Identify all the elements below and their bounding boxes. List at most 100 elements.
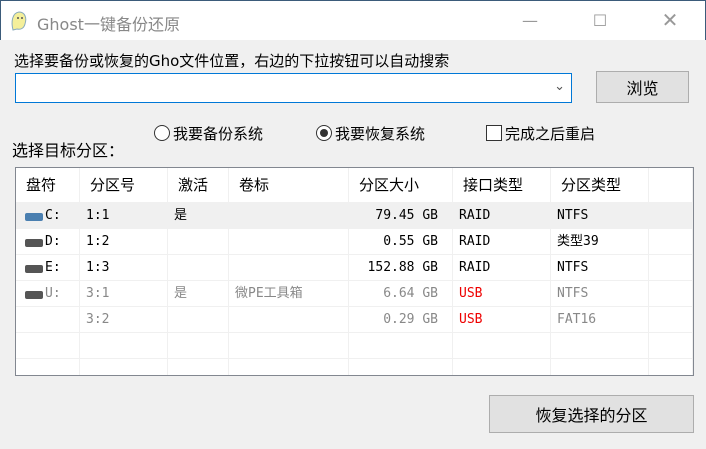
partition-table[interactable]: 盘符 分区号 激活 卷标 分区大小 接口类型 分区类型 C: 1:1 是 79.45 GB RAID…	[15, 167, 694, 376]
cell-drive: U:	[16, 281, 80, 307]
table-row[interactable]: D: 1:2 0.55 GB RAID 类型39	[16, 229, 693, 255]
cell-active	[168, 229, 229, 255]
cell-iface: RAID	[453, 255, 551, 281]
target-partition-label: 选择目标分区：	[12, 141, 125, 160]
part-text: 3:1	[86, 286, 110, 301]
column-header[interactable]: 卷标	[229, 168, 349, 203]
drive-text: C:	[45, 208, 61, 223]
empty-row[interactable]	[16, 359, 693, 375]
close-button[interactable]: ✕	[647, 1, 693, 39]
drive-text: E:	[45, 260, 61, 275]
restart-checkbox-label: 完成之后重启	[505, 125, 596, 143]
active-text: 是	[174, 286, 188, 301]
column-header[interactable]: 接口类型	[453, 168, 551, 203]
drive-icon	[25, 239, 43, 247]
gho-file-combobox[interactable]: ⌄	[15, 73, 572, 103]
column-header[interactable]: 激活	[168, 168, 229, 203]
column-header[interactable]: 分区大小	[349, 168, 453, 203]
maximize-button[interactable]: ☐	[577, 1, 623, 39]
part-text: 3:2	[86, 312, 110, 327]
type-text: NTFS	[557, 208, 589, 223]
cell	[649, 255, 693, 281]
cell-iface: USB	[453, 307, 551, 333]
cell	[649, 307, 693, 333]
cell-size: 79.45 GB	[349, 203, 453, 229]
cell-label	[229, 255, 349, 281]
cell-type: NTFS	[551, 255, 649, 281]
drive-icon	[25, 213, 43, 221]
cell	[80, 333, 168, 359]
cell-part: 3:2	[80, 307, 168, 333]
type-text: FAT16	[557, 312, 597, 327]
cell	[168, 333, 229, 359]
cell-drive: D:	[16, 229, 80, 255]
cell-drive	[16, 307, 80, 333]
cell-drive: C:	[16, 203, 80, 229]
cell-iface: USB	[453, 281, 551, 307]
cell	[649, 229, 693, 255]
iface-text: USB	[459, 286, 483, 301]
cell-iface: RAID	[453, 203, 551, 229]
checkbox-icon	[486, 125, 502, 141]
size-text: 0.55 GB	[383, 234, 438, 249]
label-text: 微PE工具箱	[235, 286, 303, 301]
window-title: Ghost一键备份还原	[37, 15, 180, 34]
minimize-button[interactable]: —	[507, 1, 553, 39]
table-row[interactable]: E: 1:3 152.88 GB RAID NTFS	[16, 255, 693, 281]
cell-size: 0.55 GB	[349, 229, 453, 255]
type-text: NTFS	[557, 260, 589, 275]
column-header[interactable]	[649, 168, 693, 203]
restart-checkbox[interactable]: 完成之后重启	[486, 123, 595, 144]
part-text: 1:3	[86, 260, 110, 275]
cell	[649, 281, 693, 307]
iface-text: RAID	[459, 208, 491, 223]
table-row[interactable]: C: 1:1 是 79.45 GB RAID NTFS	[16, 203, 693, 229]
column-header[interactable]: 分区类型	[551, 168, 649, 203]
cell	[16, 359, 80, 375]
backup-radio[interactable]: 我要备份系统	[154, 123, 263, 144]
active-text: 是	[174, 208, 188, 223]
table-header: 盘符 分区号 激活 卷标 分区大小 接口类型 分区类型	[16, 168, 693, 203]
empty-row[interactable]	[16, 333, 693, 359]
cell	[453, 359, 551, 375]
title-bar: Ghost一键备份还原 — ☐ ✕	[0, 0, 706, 40]
cell-part: 1:1	[80, 203, 168, 229]
cell	[80, 359, 168, 375]
type-text: 类型39	[557, 234, 599, 249]
drive-text: U:	[45, 286, 61, 301]
file-location-label: 选择要备份或恢复的Gho文件位置，右边的下拉按钮可以自动搜索	[14, 52, 450, 70]
restore-radio-label: 我要恢复系统	[335, 125, 426, 143]
iface-text: RAID	[459, 234, 491, 249]
restore-partition-button[interactable]: 恢复选择的分区	[489, 395, 694, 433]
cell-part: 1:3	[80, 255, 168, 281]
cell-label	[229, 307, 349, 333]
cell-iface: RAID	[453, 229, 551, 255]
cell-active: 是	[168, 203, 229, 229]
restore-radio[interactable]: 我要恢复系统	[316, 123, 425, 144]
drive-icon	[25, 265, 43, 273]
column-header[interactable]: 分区号	[80, 168, 168, 203]
iface-text: RAID	[459, 260, 491, 275]
cell	[168, 359, 229, 375]
drive-icon	[25, 291, 43, 299]
size-text: 152.88 GB	[367, 260, 438, 275]
cell-type: 类型39	[551, 229, 649, 255]
cell-label: 微PE工具箱	[229, 281, 349, 307]
cell	[649, 333, 693, 359]
cell	[551, 359, 649, 375]
size-text: 0.29 GB	[383, 312, 438, 327]
iface-text: USB	[459, 312, 483, 327]
browse-button[interactable]: 浏览	[596, 71, 689, 103]
cell-active: 是	[168, 281, 229, 307]
backup-radio-label: 我要备份系统	[173, 125, 264, 143]
table-row[interactable]: 3:2 0.29 GB USB FAT16	[16, 307, 693, 333]
cell	[349, 359, 453, 375]
table-row[interactable]: U: 3:1 是 微PE工具箱 6.64 GB USB NTFS	[16, 281, 693, 307]
chevron-down-icon[interactable]: ⌄	[554, 79, 565, 94]
ghost-app-icon	[11, 11, 27, 31]
cell-type: FAT16	[551, 307, 649, 333]
column-header[interactable]: 盘符	[16, 168, 80, 203]
size-text: 79.45 GB	[375, 208, 438, 223]
type-text: NTFS	[557, 286, 589, 301]
part-text: 1:2	[86, 234, 110, 249]
